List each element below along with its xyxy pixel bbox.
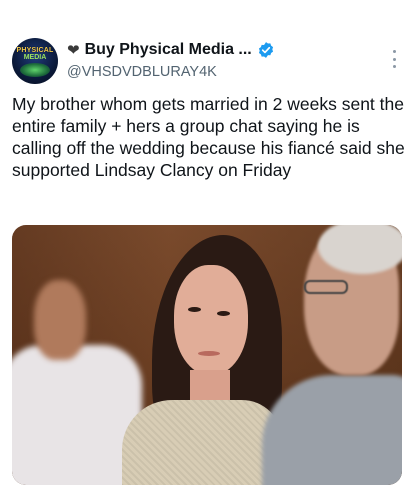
more-options-icon[interactable] [391,50,397,68]
author-name-row[interactable]: ❤ Buy Physical Media ... [67,40,275,60]
avatar-glow [20,63,50,77]
image-man-glasses [304,280,348,294]
image-eye-left [188,307,201,312]
author-display-name[interactable]: Buy Physical Media ... [85,41,252,59]
image-officer-head [34,280,86,360]
image-woman-face [174,265,248,375]
avatar-logo-text-bottom: MEDIA [23,54,47,61]
avatar-logo-text-top: PHYSICAL [16,47,54,54]
image-mouth [198,351,220,356]
post-card: PHYSICAL MEDIA ❤ Buy Physical Media ... … [0,0,414,500]
verified-badge-icon [258,42,273,58]
post-image[interactable] [12,225,402,485]
image-woman-jacket [122,400,282,485]
image-eye-right [217,311,230,316]
post-text: My brother whom gets married in 2 weeks … [12,94,405,180]
author-handle[interactable]: @VHSDVDBLURAY4K [67,64,217,80]
black-heart-icon: ❤ [67,41,80,59]
avatar[interactable]: PHYSICAL MEDIA [12,38,58,84]
